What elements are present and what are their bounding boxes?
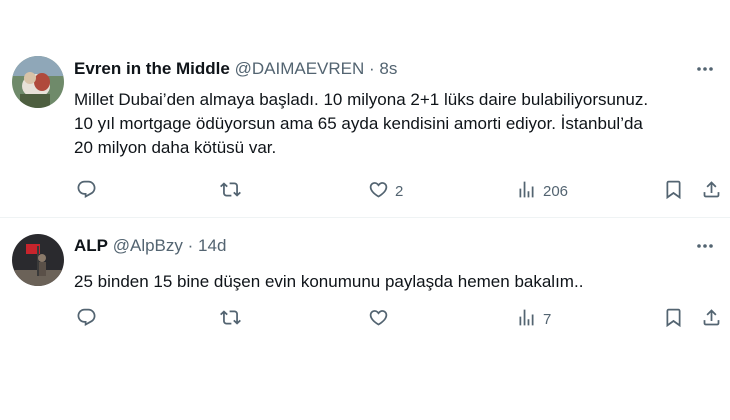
views-button[interactable]: 206 [516, 179, 568, 203]
action-bar: 7 [74, 307, 724, 331]
bookmark-icon [663, 179, 684, 204]
bookmark-icon [663, 307, 684, 332]
retweet-icon [220, 179, 241, 204]
heart-icon [368, 307, 389, 332]
view-count: 206 [543, 182, 569, 200]
share-button[interactable] [701, 179, 722, 203]
display-name[interactable]: ALP [74, 236, 108, 255]
more-icon[interactable] [694, 58, 716, 80]
timestamp[interactable]: 8s [379, 59, 397, 78]
reply-button[interactable] [76, 307, 97, 331]
bookmark-button[interactable] [663, 179, 684, 203]
retweet-icon [220, 307, 241, 332]
retweet-button[interactable] [220, 307, 241, 331]
views-icon [516, 179, 537, 204]
avatar[interactable] [12, 234, 64, 286]
views-icon [516, 307, 537, 332]
separator-dot: · [369, 59, 375, 78]
reply-icon [76, 307, 97, 332]
reply-button[interactable] [76, 179, 97, 203]
retweet-button[interactable] [220, 179, 241, 203]
tweet[interactable]: ALP @AlpBzy · 14d 25 binden 15 bine düşe… [0, 219, 730, 349]
tweet-text: 25 binden 15 bine düşen evin konumunu pa… [74, 272, 584, 291]
reply-icon [76, 179, 97, 204]
tweet-text: Millet Dubai’den almaya başladı. 10 mily… [74, 90, 649, 157]
like-count: 2 [395, 182, 404, 200]
share-button[interactable] [701, 307, 722, 331]
tweet-header: ALP @AlpBzy · 14d [74, 235, 226, 257]
like-button[interactable]: 2 [368, 179, 403, 203]
like-button[interactable] [368, 307, 395, 331]
more-icon[interactable] [694, 235, 716, 257]
share-icon [701, 307, 722, 332]
bookmark-button[interactable] [663, 307, 684, 331]
avatar[interactable] [12, 56, 64, 108]
views-button[interactable]: 7 [516, 307, 551, 331]
share-icon [701, 179, 722, 204]
action-bar: 2 206 [74, 179, 724, 203]
user-handle[interactable]: @AlpBzy [113, 236, 183, 255]
tweet-header: Evren in the Middle @DAIMAEVREN · 8s [74, 58, 397, 80]
timestamp[interactable]: 14d [198, 236, 226, 255]
tweet[interactable]: Evren in the Middle @DAIMAEVREN · 8s Mil… [0, 40, 730, 218]
view-count: 7 [543, 310, 552, 328]
display-name[interactable]: Evren in the Middle [74, 59, 230, 78]
heart-icon [368, 179, 389, 204]
user-handle[interactable]: @DAIMAEVREN [235, 59, 365, 78]
separator-dot: · [187, 236, 194, 255]
